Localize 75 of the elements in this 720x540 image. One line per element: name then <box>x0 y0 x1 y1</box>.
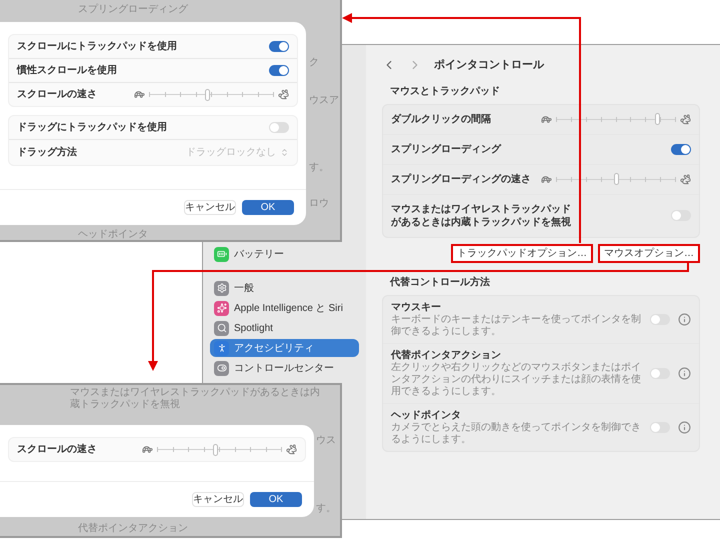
cancel-button[interactable]: キャンセル <box>192 492 244 507</box>
section-heading: マウスとトラックパッド <box>389 84 501 98</box>
sidebar-item[interactable]: 一般 <box>210 279 359 297</box>
setting-label: ダブルクリックの間隔 <box>391 112 491 126</box>
setting-label: スクロールにトラックパッドを使用 <box>17 40 177 53</box>
rabbit-icon <box>680 174 691 184</box>
info-icon[interactable] <box>678 366 691 380</box>
setting-label: スクロールの速さ <box>17 443 97 456</box>
backdrop-text: ウスア <box>309 94 339 108</box>
backdrop-text: す。 <box>309 161 329 175</box>
sparkle-icon <box>214 300 229 316</box>
info-icon[interactable] <box>678 420 691 434</box>
sidebar-item[interactable]: バッテリー <box>210 245 359 263</box>
page-title: ポインタコントロール <box>434 58 544 73</box>
slider-thumb[interactable] <box>614 173 619 185</box>
slider-thumb[interactable] <box>654 113 660 125</box>
gear-icon <box>214 280 229 296</box>
stepper-icon <box>280 148 289 157</box>
setting-description: 左クリックや右クリックなどのマウスボタンまたはポインタアクションの代わりにスイッチまたは顔の表情を使用できるようにします。 <box>391 362 642 398</box>
setting-label: ドラッグ方法 <box>17 146 77 159</box>
backdrop-text: ク <box>309 56 319 70</box>
backdrop-text: ウス <box>316 434 336 448</box>
toggle-switch[interactable] <box>269 65 289 76</box>
rabbit-icon <box>680 114 691 124</box>
toggle-switch[interactable] <box>269 122 289 133</box>
slider-thumb[interactable] <box>204 88 210 100</box>
setting-label: スプリングローディングの速さ <box>391 172 531 186</box>
backdrop-text: す。 <box>316 502 336 516</box>
backdrop-text: ヘッドポインタ <box>78 228 148 242</box>
backdrop-text: スプリングローディング <box>78 2 188 17</box>
info-icon[interactable] <box>678 312 691 326</box>
setting-label: マウスキー <box>391 300 442 314</box>
backdrop-text: マウスまたはワイヤレストラックパッドがあるときは内蔵トラックパッドを無視 <box>70 387 321 411</box>
turtle-icon <box>541 174 552 184</box>
search-icon <box>214 320 229 336</box>
sidebar-item[interactable]: アクセシビリティ <box>210 339 359 357</box>
options-button[interactable]: トラックパッドオプション… <box>451 244 593 262</box>
setting-label: 慣性スクロールを使用 <box>17 64 117 77</box>
toggle-switch[interactable] <box>650 368 670 378</box>
section-heading: 代替コントロール方法 <box>388 275 491 290</box>
backdrop-text: ロウ <box>309 197 329 211</box>
ok-button[interactable]: OK <box>242 200 294 215</box>
toggle-switch[interactable] <box>671 210 691 221</box>
toggle-switch[interactable] <box>650 422 670 432</box>
backdrop-text: 代替ポインタアクション <box>78 522 188 536</box>
setting-description: キーボードのキーまたはテンキーを使ってポインタを制御できるようにします。 <box>391 314 642 338</box>
toggle-switch[interactable] <box>269 41 289 52</box>
cancel-button[interactable]: キャンセル <box>184 200 236 215</box>
sidebar-item[interactable]: Spotlight <box>210 319 359 337</box>
sidebar-item[interactable]: コントロールセンター <box>210 359 359 377</box>
slider-track[interactable] <box>149 90 274 99</box>
setting-label: 代替ポインタアクション <box>391 348 502 362</box>
toggle-switch[interactable] <box>671 144 691 154</box>
slider-thumb[interactable] <box>212 444 218 456</box>
slider-track[interactable] <box>157 445 282 454</box>
rabbit-icon <box>286 444 297 455</box>
slider-track[interactable] <box>556 174 676 184</box>
setting-description: カメラでとらえた頭の動きを使ってポインタを制御できるようにします。 <box>391 422 642 446</box>
setting-label: マウスまたはワイヤレストラックパッドがあるときは内蔵トラックパッドを無視 <box>391 202 571 228</box>
slider-track[interactable] <box>556 114 676 124</box>
turtle-icon <box>142 444 153 455</box>
setting-label: スプリングローディング <box>391 142 501 156</box>
accessibility-icon <box>214 340 229 356</box>
rabbit-icon <box>278 89 289 100</box>
toggle-switch[interactable] <box>650 314 670 324</box>
sidebar-item[interactable]: Apple Intelligence と Siri <box>210 299 359 317</box>
setting-label: スクロールの速さ <box>17 88 97 101</box>
toggles-icon <box>214 360 229 376</box>
options-button[interactable]: マウスオプション… <box>598 244 700 262</box>
ok-button[interactable]: OK <box>250 492 302 507</box>
turtle-icon <box>134 89 145 100</box>
battery-icon <box>214 246 229 262</box>
setting-label: ヘッドポインタ <box>391 408 462 422</box>
turtle-icon <box>541 114 552 124</box>
setting-label: ドラッグにトラックパッドを使用 <box>17 121 167 134</box>
